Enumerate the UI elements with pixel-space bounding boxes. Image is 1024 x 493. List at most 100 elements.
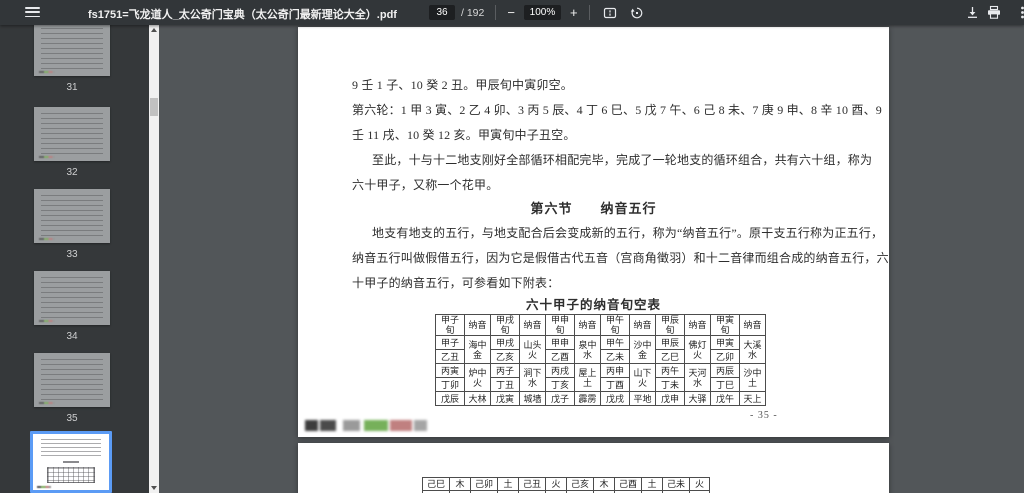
table-cell: 霹雳 bbox=[574, 391, 601, 406]
table-cell: 火 bbox=[545, 477, 566, 491]
table-cell: 甲戌 bbox=[490, 335, 520, 350]
table-cell: 土 bbox=[641, 477, 662, 491]
table-cell: 己酉 bbox=[614, 477, 641, 491]
thumbnail-preview bbox=[41, 359, 103, 401]
thumbnail-page-31[interactable] bbox=[34, 25, 110, 76]
table-cell: 甲寅 bbox=[710, 335, 740, 350]
download-icon[interactable] bbox=[965, 5, 980, 20]
table-cell: 山下火 bbox=[629, 363, 656, 392]
zoom-out-button[interactable]: − bbox=[507, 6, 515, 19]
table-cell: 丁酉 bbox=[600, 377, 630, 392]
table-cell: 丁卯 bbox=[435, 377, 465, 392]
table-cell: 乙酉 bbox=[545, 349, 575, 364]
table-cell: 城墙 bbox=[519, 391, 546, 406]
table-header-cell: 纳音 bbox=[574, 314, 601, 336]
toolbar-right-controls bbox=[964, 0, 1024, 25]
table-cell: 炉中火 bbox=[464, 363, 491, 392]
thumbnail-watermark bbox=[39, 320, 55, 322]
table-header-cell: 甲子旬 bbox=[435, 314, 465, 336]
page-number-input[interactable]: 36 bbox=[429, 5, 455, 20]
body-text-line: 第六轮：1 甲 3 寅、2 乙 4 卯、3 丙 5 辰、4 丁 6 巳、5 戊 … bbox=[352, 103, 883, 117]
thumbnail-label: 32 bbox=[66, 167, 78, 178]
more-options-icon[interactable] bbox=[1020, 5, 1024, 20]
zoom-level-input[interactable]: 100% bbox=[523, 5, 561, 20]
pdf-page-36: 9 壬 1 子、10 癸 2 丑。甲辰旬中寅卯空。 第六轮：1 甲 3 寅、2 … bbox=[298, 27, 889, 437]
thumbnail-page-35[interactable] bbox=[34, 353, 110, 407]
thumbnail-label: 34 bbox=[66, 331, 78, 342]
thumbnail-page-36-selected[interactable] bbox=[30, 431, 112, 493]
table-cell: 丁丑 bbox=[490, 377, 520, 392]
table-cell: 屋上土 bbox=[574, 363, 601, 392]
scrollbar-up-arrow[interactable] bbox=[149, 25, 159, 35]
table-header-cell: 纳音 bbox=[519, 314, 546, 336]
table-cell: 佛灯火 bbox=[684, 335, 711, 364]
table-cell: 丙辰 bbox=[710, 363, 740, 378]
table-header-cell: 甲辰旬 bbox=[655, 314, 685, 336]
thumbnail-page-33[interactable] bbox=[34, 189, 110, 243]
table-header-cell: 纳音 bbox=[464, 314, 491, 336]
table-cell: 己丑 bbox=[518, 477, 545, 491]
thumbnail-page-34[interactable] bbox=[34, 271, 110, 325]
document-title: fs1751=飞龙道人_太公奇门宝典（太公奇门最新理论大全）.pdf bbox=[88, 9, 397, 21]
table-cell: 戊辰 bbox=[435, 391, 465, 406]
page-thumbnail-sidebar: 31 32 33 34 35 bbox=[0, 25, 149, 493]
zoom-in-button[interactable]: + bbox=[570, 6, 578, 19]
nayin-table: 甲子旬纳音 甲戌旬纳音 甲申旬纳音 甲午旬纳音 甲辰旬纳音 甲寅旬纳音 甲子 海中金甲戌 山头火… bbox=[435, 314, 766, 406]
table-cell: 泉中水 bbox=[574, 335, 601, 364]
pdf-toolbar: fs1751=飞龙道人_太公奇门宝典（太公奇门最新理论大全）.pdf 36 / … bbox=[0, 0, 1024, 25]
thumbnail-preview bbox=[41, 439, 101, 459]
table-cell: 木 bbox=[593, 477, 614, 491]
menu-icon[interactable] bbox=[25, 7, 40, 18]
table-cell: 丙午 bbox=[655, 363, 685, 378]
body-text-line: 十甲子的纳音五行，可参看如下附表： bbox=[352, 276, 560, 290]
table-header-cell: 纳音 bbox=[739, 314, 766, 336]
table-cell: 戊午 bbox=[710, 391, 740, 406]
table-cell: 乙丑 bbox=[435, 349, 465, 364]
page2-table-row: 己巳木己卯土己丑火己亥木己酉土己未火 bbox=[422, 477, 710, 491]
thumbnail-label: 33 bbox=[66, 249, 78, 260]
table-cell: 大林 bbox=[464, 391, 491, 406]
table-cell: 天上 bbox=[739, 391, 766, 406]
table-cell: 丁亥 bbox=[545, 377, 575, 392]
thumbnail-preview bbox=[41, 195, 103, 237]
fit-to-page-icon[interactable] bbox=[603, 6, 617, 20]
scrollbar-down-arrow[interactable] bbox=[149, 483, 159, 493]
thumbnail-page-32[interactable] bbox=[34, 107, 110, 161]
table-cell: 乙巳 bbox=[655, 349, 685, 364]
table-cell: 戊子 bbox=[545, 391, 575, 406]
body-text-line: 地支有地支的五行，与地支配合后会变成新的五行，称为“纳音五行”。原干支五行称为正… bbox=[372, 226, 884, 240]
rotate-counterclockwise-icon[interactable] bbox=[630, 6, 644, 20]
thumbnail-watermark bbox=[39, 402, 55, 404]
toolbar-divider bbox=[588, 5, 590, 20]
scrollbar-thumb[interactable] bbox=[150, 98, 158, 116]
table-cell: 甲申 bbox=[545, 335, 575, 350]
document-viewport[interactable]: 9 壬 1 子、10 癸 2 丑。甲辰旬中寅卯空。 第六轮：1 甲 3 寅、2 … bbox=[159, 25, 1024, 493]
table-cell: 己巳 bbox=[422, 477, 449, 491]
table-cell: 沙中土 bbox=[739, 363, 766, 392]
scanner-watermark bbox=[305, 419, 435, 432]
table-cell: 甲子 bbox=[435, 335, 465, 350]
thumbnail-watermark bbox=[39, 156, 55, 158]
print-icon[interactable] bbox=[986, 5, 1002, 20]
body-text-line: 六十甲子，又称一个花甲。 bbox=[352, 178, 499, 192]
table-cell: 海中金 bbox=[464, 335, 491, 364]
table-cell: 丁未 bbox=[655, 377, 685, 392]
table-cell: 戊戌 bbox=[600, 391, 630, 406]
table-title: 六十甲子的纳音旬空表 bbox=[525, 298, 661, 312]
thumbnail-watermark bbox=[39, 71, 55, 73]
table-cell: 丙申 bbox=[600, 363, 630, 378]
section-heading: 第六节 纳音五行 bbox=[530, 201, 657, 216]
table-cell: 土 bbox=[497, 477, 518, 491]
sidebar-scrollbar[interactable] bbox=[149, 25, 159, 493]
table-cell: 乙未 bbox=[600, 349, 630, 364]
table-cell: 大驿 bbox=[684, 391, 711, 406]
table-cell: 大溪水 bbox=[739, 335, 766, 364]
table-cell: 丁巳 bbox=[710, 377, 740, 392]
table-cell: 丙子 bbox=[490, 363, 520, 378]
table-cell: 己卯 bbox=[470, 477, 497, 491]
table-cell: 己未 bbox=[662, 477, 689, 491]
table-cell: 天河水 bbox=[684, 363, 711, 392]
table-cell: 木 bbox=[449, 477, 470, 491]
body-text-line: 至此，十与十二地支刚好全部循环相配完毕，完成了一轮地支的循环组合，共有六十组，称… bbox=[372, 153, 873, 167]
table-cell: 乙卯 bbox=[710, 349, 740, 364]
